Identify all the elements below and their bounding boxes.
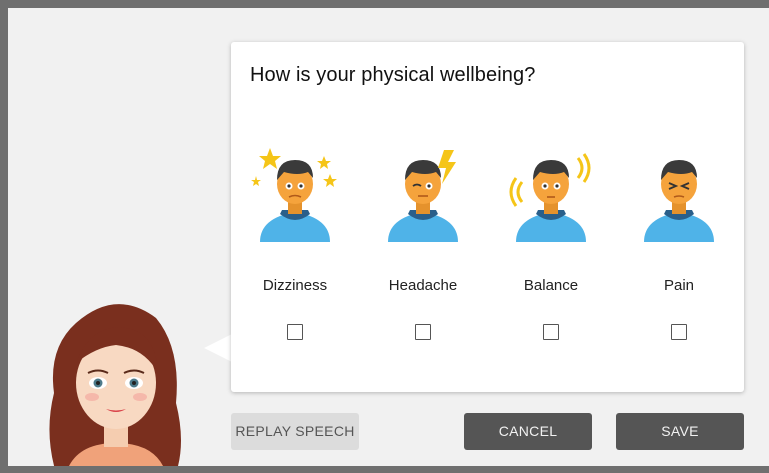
pain-person-icon xyxy=(644,160,714,242)
option-dizziness: Dizziness xyxy=(235,146,355,346)
speech-bubble-tail xyxy=(204,334,232,362)
option-label-dizziness: Dizziness xyxy=(262,277,328,294)
headache-person-icon xyxy=(388,150,458,242)
checkbox-pain[interactable] xyxy=(671,324,687,340)
assistant-avatar xyxy=(49,304,181,466)
option-label-headache: Headache xyxy=(388,277,458,294)
cancel-button[interactable]: CANCEL xyxy=(464,413,592,450)
option-pain: Pain xyxy=(619,146,739,346)
option-headache: Headache xyxy=(363,146,483,346)
option-balance: Balance xyxy=(491,146,611,346)
question-card: How is your physical wellbeing? Dizzines… xyxy=(231,42,744,392)
checkbox-headache[interactable] xyxy=(415,324,431,340)
dizzy-person-icon xyxy=(251,148,337,242)
app-window: How is your physical wellbeing? Dizzines… xyxy=(0,0,769,473)
replay-speech-button[interactable]: REPLAY SPEECH xyxy=(231,413,359,450)
question-title: How is your physical wellbeing? xyxy=(250,64,536,86)
balance-person-icon xyxy=(509,153,591,242)
checkbox-balance[interactable] xyxy=(543,324,559,340)
option-label-pain: Pain xyxy=(663,277,695,294)
save-button[interactable]: SAVE xyxy=(616,413,744,450)
option-label-balance: Balance xyxy=(523,277,579,294)
checkbox-dizziness[interactable] xyxy=(287,324,303,340)
